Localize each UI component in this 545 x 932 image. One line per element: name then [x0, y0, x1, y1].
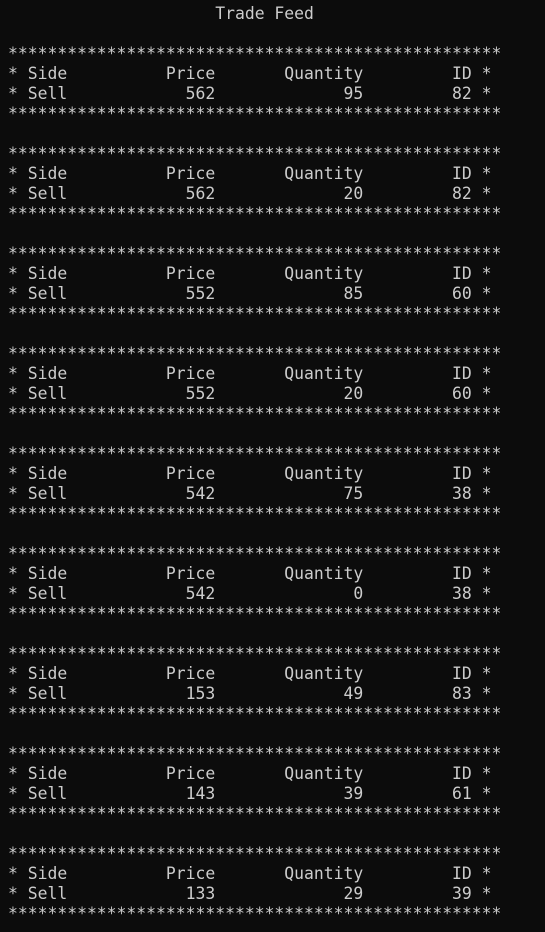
trade-row: * Sell 153 49 83 *: [8, 684, 492, 703]
trade-border-top: ****************************************…: [8, 644, 502, 663]
trade-border-top: ****************************************…: [8, 44, 502, 63]
trade-header-row: * Side Price Quantity ID *: [8, 764, 492, 783]
trade-header-row: * Side Price Quantity ID *: [8, 464, 492, 483]
trade-row: * Sell 562 95 82 *: [8, 84, 492, 103]
trade-border-bottom: ****************************************…: [8, 604, 502, 623]
trade-border-bottom: ****************************************…: [8, 704, 502, 723]
terminal-output: Trade Feed ******************************…: [8, 4, 501, 924]
trade-border-top: ****************************************…: [8, 744, 502, 763]
trade-header-row: * Side Price Quantity ID *: [8, 264, 492, 283]
trade-header-row: * Side Price Quantity ID *: [8, 864, 492, 883]
trade-border-bottom: ****************************************…: [8, 504, 502, 523]
trade-header-row: * Side Price Quantity ID *: [8, 164, 492, 183]
trade-row: * Sell 542 0 38 *: [8, 584, 492, 603]
trade-border-bottom: ****************************************…: [8, 304, 502, 323]
trade-border-top: ****************************************…: [8, 344, 502, 363]
trade-border-top: ****************************************…: [8, 244, 502, 263]
trade-border-top: ****************************************…: [8, 144, 502, 163]
trade-header-row: * Side Price Quantity ID *: [8, 564, 492, 583]
trade-border-top: ****************************************…: [8, 444, 502, 463]
trade-header-row: * Side Price Quantity ID *: [8, 64, 492, 83]
trade-border-bottom: ****************************************…: [8, 904, 502, 923]
trade-border-bottom: ****************************************…: [8, 804, 502, 823]
trade-border-top: ****************************************…: [8, 544, 502, 563]
trade-row: * Sell 552 20 60 *: [8, 384, 492, 403]
trade-border-top: ****************************************…: [8, 844, 502, 863]
trade-header-row: * Side Price Quantity ID *: [8, 364, 492, 383]
trade-border-bottom: ****************************************…: [8, 204, 502, 223]
trade-row: * Sell 143 39 61 *: [8, 784, 492, 803]
trade-row: * Sell 562 20 82 *: [8, 184, 492, 203]
trade-header-row: * Side Price Quantity ID *: [8, 664, 492, 683]
page-title: Trade Feed: [8, 4, 314, 23]
trade-row: * Sell 133 29 39 *: [8, 884, 492, 903]
trade-row: * Sell 552 85 60 *: [8, 284, 492, 303]
trade-row: * Sell 542 75 38 *: [8, 484, 492, 503]
trade-border-bottom: ****************************************…: [8, 404, 502, 423]
trade-border-bottom: ****************************************…: [8, 104, 502, 123]
